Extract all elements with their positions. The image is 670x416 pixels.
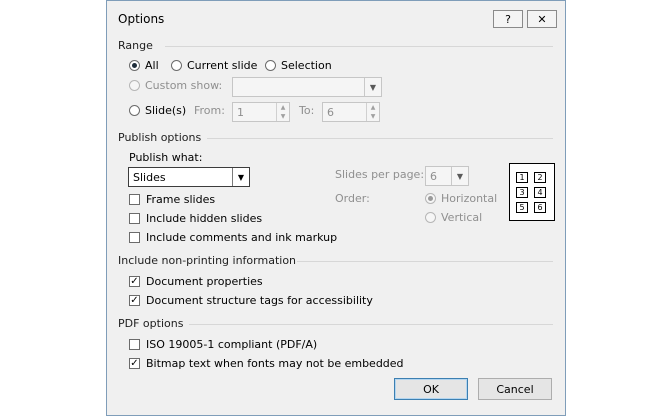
custom-show-dropdown[interactable]: ▼ bbox=[232, 77, 382, 97]
preview-cell: 3 bbox=[516, 187, 528, 198]
range-selection-radio[interactable]: Selection bbox=[265, 59, 332, 72]
nonprinting-heading: Include non-printing information bbox=[118, 254, 297, 267]
spin-down-icon: ▼ bbox=[370, 113, 376, 120]
iso-label: ISO 19005-1 compliant (PDF/A) bbox=[146, 338, 318, 351]
help-icon: ? bbox=[505, 12, 511, 26]
radio-current-slide[interactable] bbox=[171, 60, 182, 71]
preview-cell: 1 bbox=[516, 172, 528, 183]
radio-horizontal[interactable] bbox=[425, 193, 436, 204]
order-vertical-radio[interactable]: Vertical bbox=[425, 211, 482, 224]
to-stepper[interactable]: 6 ▲ ▼ bbox=[322, 102, 380, 122]
chevron-down-icon: ▼ bbox=[364, 78, 381, 96]
from-label: From: bbox=[194, 104, 225, 117]
spin-up-icon: ▲ bbox=[280, 104, 286, 111]
pdf-heading: PDF options bbox=[118, 317, 184, 330]
publish-what-value: Slides bbox=[133, 171, 166, 184]
range-slides-radio[interactable]: Slide(s) bbox=[129, 104, 186, 117]
preview-cell: 6 bbox=[534, 202, 546, 213]
checkbox-doc-properties[interactable]: ✓ bbox=[129, 276, 140, 287]
ok-button-label: OK bbox=[423, 382, 439, 396]
range-slides-label: Slide(s) bbox=[145, 104, 187, 117]
include-hidden-label: Include hidden slides bbox=[146, 212, 263, 225]
nonprinting-divider bbox=[297, 261, 553, 262]
spin-up-icon: ▲ bbox=[370, 104, 376, 111]
cancel-button[interactable]: Cancel bbox=[478, 378, 552, 400]
doc-structure-tags-checkbox[interactable]: ✓ Document structure tags for accessibil… bbox=[129, 294, 373, 307]
checkbox-frame-slides[interactable] bbox=[129, 194, 140, 205]
preview-cell: 5 bbox=[516, 202, 528, 213]
radio-all[interactable] bbox=[129, 60, 140, 71]
range-custom-show-label: Custom show: bbox=[145, 79, 223, 92]
preview-cell: 2 bbox=[534, 172, 546, 183]
doc-properties-checkbox[interactable]: ✓ Document properties bbox=[129, 275, 263, 288]
from-stepper[interactable]: 1 ▲ ▼ bbox=[232, 102, 290, 122]
checkbox-include-comments[interactable] bbox=[129, 232, 140, 243]
to-spin-buttons[interactable]: ▲ ▼ bbox=[366, 103, 379, 121]
close-icon: ✕ bbox=[537, 12, 547, 26]
from-value: 1 bbox=[237, 106, 244, 119]
doc-structure-tags-label: Document structure tags for accessibilit… bbox=[146, 294, 373, 307]
radio-slides[interactable] bbox=[129, 105, 140, 116]
order-horizontal-label: Horizontal bbox=[441, 192, 498, 205]
title-bar: Options ? ✕ bbox=[107, 1, 565, 37]
radio-custom-show[interactable] bbox=[129, 80, 140, 91]
range-divider bbox=[165, 46, 553, 47]
publish-divider bbox=[207, 138, 553, 139]
close-button[interactable]: ✕ bbox=[527, 10, 557, 28]
cancel-button-label: Cancel bbox=[496, 382, 534, 396]
order-horizontal-radio[interactable]: Horizontal bbox=[425, 192, 497, 205]
include-hidden-checkbox[interactable]: Include hidden slides bbox=[129, 212, 262, 225]
range-current-slide-radio[interactable]: Current slide bbox=[171, 59, 257, 72]
checkbox-bitmap-text[interactable]: ✓ bbox=[129, 358, 140, 369]
preview-cell: 4 bbox=[534, 187, 546, 198]
include-comments-label: Include comments and ink markup bbox=[146, 231, 338, 244]
page-order-preview: 1 2 3 4 5 6 bbox=[509, 163, 555, 221]
range-current-slide-label: Current slide bbox=[187, 59, 258, 72]
range-heading: Range bbox=[118, 39, 153, 52]
spin-down-icon: ▼ bbox=[280, 113, 286, 120]
publish-what-label: Publish what: bbox=[129, 151, 203, 164]
radio-selection[interactable] bbox=[265, 60, 276, 71]
bitmap-text-label: Bitmap text when fonts may not be embedd… bbox=[146, 357, 404, 370]
publish-what-dropdown[interactable]: Slides ▼ bbox=[128, 167, 250, 187]
range-custom-show-radio[interactable]: Custom show: bbox=[129, 79, 222, 92]
checkbox-iso[interactable] bbox=[129, 339, 140, 350]
help-button[interactable]: ? bbox=[493, 10, 523, 28]
pdf-divider bbox=[189, 324, 553, 325]
order-vertical-label: Vertical bbox=[441, 211, 483, 224]
slides-per-page-label: Slides per page: bbox=[335, 168, 425, 181]
include-comments-checkbox[interactable]: Include comments and ink markup bbox=[129, 231, 337, 244]
checkbox-doc-structure-tags[interactable]: ✓ bbox=[129, 295, 140, 306]
chevron-down-icon: ▼ bbox=[232, 168, 249, 186]
dialog-title: Options bbox=[118, 12, 165, 26]
slides-per-page-value: 6 bbox=[430, 170, 437, 183]
radio-vertical[interactable] bbox=[425, 212, 436, 223]
checkbox-include-hidden[interactable] bbox=[129, 213, 140, 224]
bitmap-text-checkbox[interactable]: ✓ Bitmap text when fonts may not be embe… bbox=[129, 357, 404, 370]
publish-heading: Publish options bbox=[118, 131, 202, 144]
frame-slides-label: Frame slides bbox=[146, 193, 216, 206]
order-label: Order: bbox=[335, 192, 370, 205]
from-spin-buttons[interactable]: ▲ ▼ bbox=[276, 103, 289, 121]
range-selection-label: Selection bbox=[281, 59, 332, 72]
doc-properties-label: Document properties bbox=[146, 275, 263, 288]
slides-per-page-dropdown[interactable]: 6 ▼ bbox=[425, 166, 469, 186]
to-value: 6 bbox=[327, 106, 334, 119]
options-dialog: Options ? ✕ Range All Current slide Sele… bbox=[106, 0, 566, 416]
range-all-label: All bbox=[145, 59, 159, 72]
to-label: To: bbox=[299, 104, 315, 117]
iso-checkbox[interactable]: ISO 19005-1 compliant (PDF/A) bbox=[129, 338, 317, 351]
range-all-radio[interactable]: All bbox=[129, 59, 159, 72]
ok-button[interactable]: OK bbox=[394, 378, 468, 400]
chevron-down-icon: ▼ bbox=[451, 167, 468, 185]
frame-slides-checkbox[interactable]: Frame slides bbox=[129, 193, 215, 206]
